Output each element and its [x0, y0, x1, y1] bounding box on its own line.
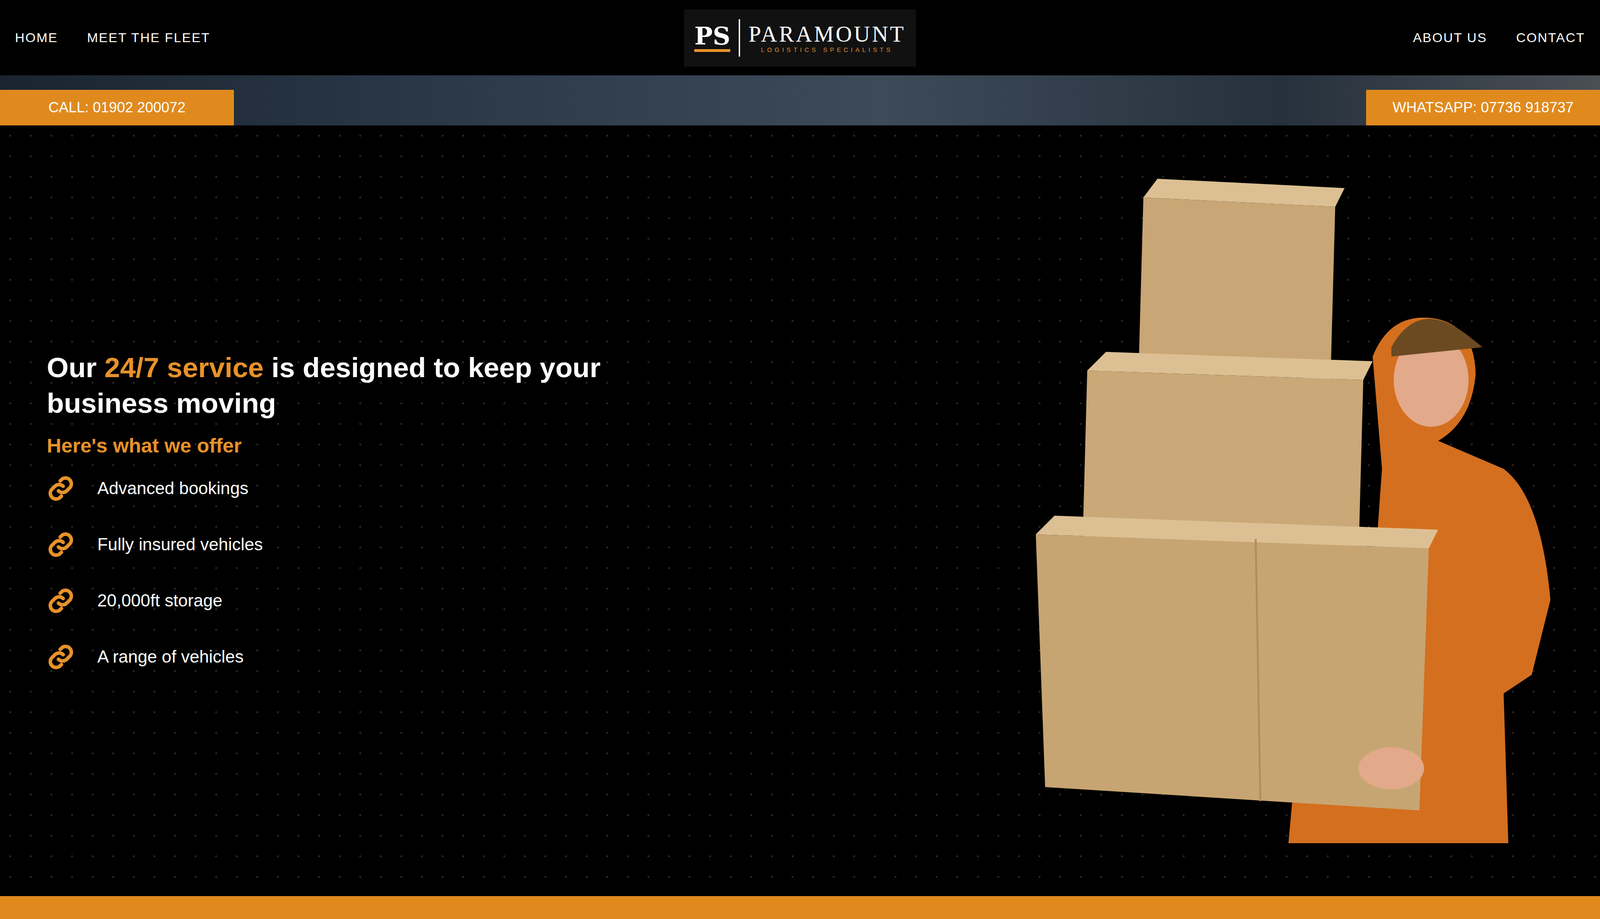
hero-subheading: Here's what we offer [46, 434, 655, 458]
offer-item: 20,000ft storage [46, 586, 655, 616]
contact-strip: CALL: 01902 200072 WHATSAPP: 07736 91873… [0, 75, 1600, 126]
nav-link[interactable]: CONTACT [1516, 30, 1586, 46]
link-icon [46, 586, 75, 615]
nav-link[interactable]: MEET THE FLEET [87, 30, 211, 46]
hero-text: Our 24/7 service is designed to keep you… [46, 349, 655, 672]
logo-tagline: LOGISTICS SPECIALISTS [760, 46, 894, 54]
offer-item: A range of vehicles [46, 642, 655, 672]
nav-link[interactable]: HOME [14, 30, 59, 46]
nav-left: HOME MEET THE FLEET [14, 30, 343, 46]
hero-heading: Our 24/7 service is designed to keep you… [46, 349, 627, 422]
link-icon [46, 530, 75, 559]
logo-mark-icon: PS [694, 23, 731, 52]
hero-section: Our 24/7 service is designed to keep you… [0, 125, 1600, 896]
bottom-bar [0, 895, 1600, 919]
logo[interactable]: PS PARAMOUNT LOGISTICS SPECIALISTS [683, 9, 916, 67]
delivery-photo [1035, 178, 1551, 844]
page: HOME MEET THE FLEET PS PARAMOUNT LOGISTIC… [0, 0, 1600, 919]
logo-text: PARAMOUNT LOGISTICS SPECIALISTS [748, 21, 906, 54]
logo-divider [738, 19, 741, 57]
logo-name: PARAMOUNT [748, 21, 906, 47]
link-icon [46, 642, 75, 671]
offer-list: Advanced bookings Fully insured vehicles… [46, 473, 655, 672]
nav-link[interactable]: ABOUT US [1412, 30, 1488, 46]
link-icon [46, 474, 75, 503]
whatsapp-button[interactable]: WHATSAPP: 07736 918737 [1366, 89, 1600, 126]
top-nav: HOME MEET THE FLEET PS PARAMOUNT LOGISTIC… [0, 0, 1600, 76]
nav-right: ABOUT US CONTACT [1257, 30, 1586, 46]
offer-item: Fully insured vehicles [46, 530, 655, 560]
offer-item: Advanced bookings [46, 473, 655, 503]
call-button[interactable]: CALL: 01902 200072 [0, 89, 234, 126]
